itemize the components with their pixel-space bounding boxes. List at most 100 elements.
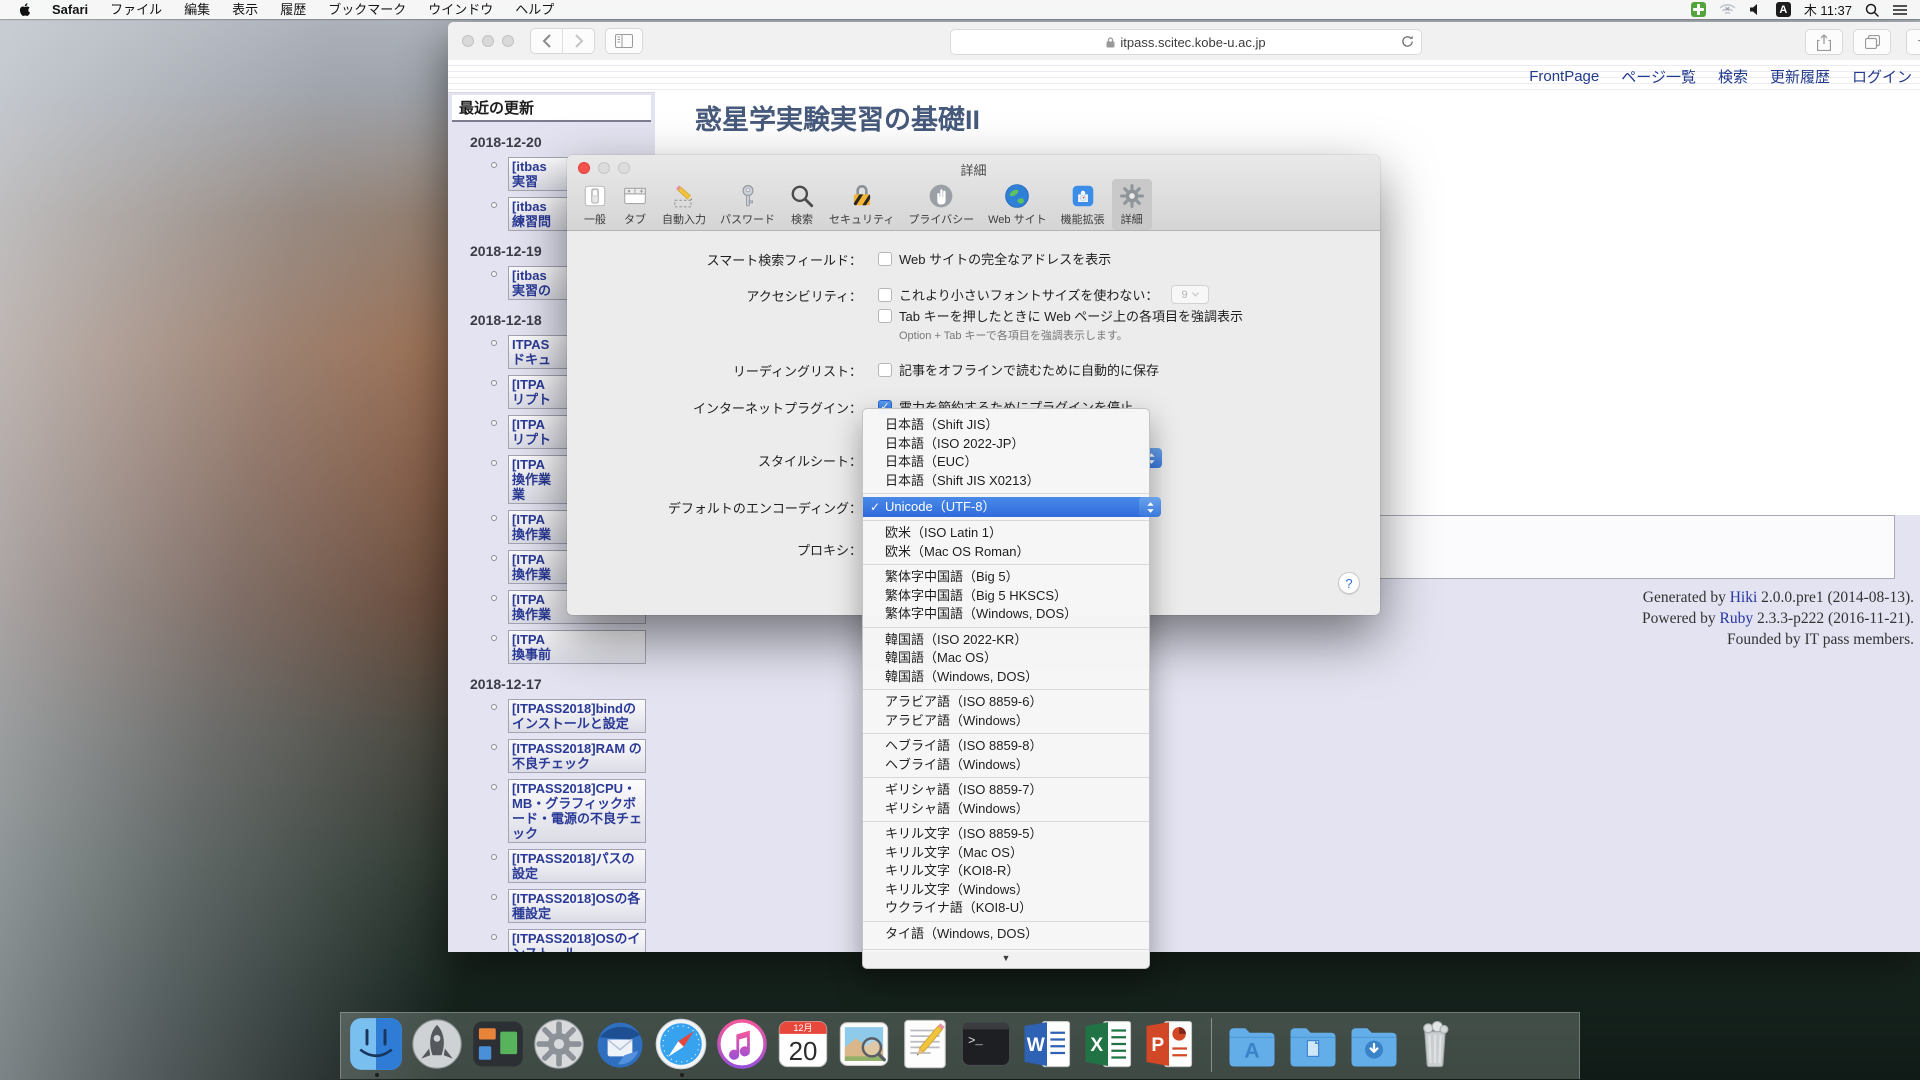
applications-folder-dock-icon[interactable]: A (1225, 1017, 1281, 1077)
encoding-option[interactable]: 韓国語（ISO 2022-KR） (863, 631, 1149, 650)
downloads-folder-dock-icon[interactable] (1347, 1017, 1403, 1077)
sidebar-toggle-button[interactable] (605, 28, 643, 54)
encoding-option[interactable]: ギリシャ語（Windows） (863, 800, 1149, 819)
menubar-menu-2[interactable]: 編集 (173, 0, 221, 19)
minimize-button[interactable] (482, 35, 494, 47)
input-source-icon[interactable]: A (1776, 2, 1791, 17)
forward-button[interactable] (562, 29, 594, 53)
mission-control-dock-icon[interactable] (471, 1017, 527, 1077)
encoding-option[interactable]: キリル文字（Mac OS） (863, 844, 1149, 863)
prefs-tab-4[interactable]: 検索 (782, 179, 822, 230)
menubar-menu-0[interactable]: Safari (41, 0, 99, 19)
nav-link-4[interactable]: ログイン (1852, 66, 1912, 87)
ruby-link[interactable]: Ruby (1720, 610, 1754, 627)
menu-scroll-down-indicator[interactable]: ▼ (863, 949, 1149, 964)
menubar-menu-4[interactable]: 履歴 (269, 0, 317, 19)
preview-dock-icon[interactable] (837, 1017, 893, 1077)
thunderbird-dock-icon[interactable] (593, 1017, 649, 1077)
excel-dock-icon[interactable]: X (1081, 1017, 1137, 1077)
nav-link-1[interactable]: ページ一覧 (1621, 66, 1696, 87)
menubar-menu-5[interactable]: ブックマーク (317, 0, 417, 19)
encoding-option[interactable]: キリル文字（ISO 8859-5） (863, 825, 1149, 844)
encoding-option[interactable]: 日本語（Shift JIS X0213） (863, 472, 1149, 491)
encoding-option[interactable]: タイ語（Windows, DOS） (863, 925, 1149, 944)
green-app-status-icon[interactable] (1691, 2, 1706, 17)
menubar-menu-6[interactable]: ウインドウ (417, 0, 504, 19)
itunes-dock-icon[interactable] (715, 1017, 771, 1077)
show-full-address-checkbox[interactable] (878, 252, 892, 266)
encoding-option[interactable]: ✓Unicode（UTF-8） (863, 497, 1149, 517)
apple-menu[interactable] (8, 2, 41, 17)
encoding-option[interactable]: キリル文字（Windows） (863, 881, 1149, 900)
prefs-tab-9[interactable]: 詳細 (1112, 179, 1152, 230)
encoding-option[interactable]: 日本語（Shift JIS） (863, 416, 1149, 435)
calendar-dock-icon[interactable]: 12月20 (776, 1017, 832, 1077)
encoding-option[interactable]: ギリシャ語（ISO 8859-7） (863, 781, 1149, 800)
sidebar-page-link[interactable]: [ITPASS2018]bindのインストールと設定 (508, 699, 646, 733)
new-tab-button[interactable]: + (1906, 29, 1920, 55)
encoding-option[interactable]: 日本語（EUC） (863, 453, 1149, 472)
encoding-option[interactable]: 繁体字中国語（Windows, DOS） (863, 605, 1149, 624)
encoding-option[interactable]: 韓国語（Windows, DOS） (863, 668, 1149, 687)
launchpad-dock-icon[interactable] (410, 1017, 466, 1077)
textedit-dock-icon[interactable] (898, 1017, 954, 1077)
nav-link-2[interactable]: 検索 (1718, 66, 1748, 87)
help-button[interactable]: ? (1338, 572, 1360, 594)
encoding-option[interactable]: ヘブライ語（Windows） (863, 756, 1149, 775)
encoding-option[interactable]: キリル文字（KOI8-R） (863, 862, 1149, 881)
encoding-option[interactable]: アラビア語（ISO 8859-6） (863, 693, 1149, 712)
encoding-option[interactable]: 欧米（Mac OS Roman） (863, 543, 1149, 562)
prefs-tab-8[interactable]: 機能拡張 (1054, 179, 1112, 230)
tab-overview-button[interactable] (1853, 29, 1891, 55)
nav-link-3[interactable]: 更新履歴 (1770, 66, 1830, 87)
prefs-tab-3[interactable]: パスワード (713, 179, 782, 230)
tab-highlight-checkbox[interactable] (878, 309, 892, 323)
offline-save-checkbox[interactable] (878, 363, 892, 377)
back-button[interactable] (531, 29, 562, 53)
menubar-menu-3[interactable]: 表示 (221, 0, 269, 19)
notification-center-icon[interactable] (1892, 4, 1908, 16)
share-button[interactable] (1805, 29, 1843, 55)
sidebar-page-link[interactable]: [ITPASS2018]OSのインストール (508, 929, 646, 952)
powerpoint-dock-icon[interactable]: P (1142, 1017, 1198, 1077)
system-preferences-dock-icon[interactable] (532, 1017, 588, 1077)
encoding-option[interactable]: 欧米（ISO Latin 1） (863, 524, 1149, 543)
spotlight-icon[interactable] (1865, 3, 1879, 17)
documents-folder-dock-icon[interactable] (1286, 1017, 1342, 1077)
prefs-tab-7[interactable]: Web サイト (981, 179, 1053, 230)
prefs-tab-0[interactable]: 一般 (575, 179, 615, 230)
sidebar-page-link[interactable]: [ITPASS2018]OSの各種設定 (508, 889, 646, 923)
terminal-dock-icon[interactable]: >_ (959, 1017, 1015, 1077)
prefs-tab-2[interactable]: 自動入力 (655, 179, 713, 230)
sidebar-page-link[interactable]: [ITPASS2018]パスの設定 (508, 849, 646, 883)
menubar-menu-1[interactable]: ファイル (99, 0, 173, 19)
wifi-icon[interactable] (1719, 3, 1736, 16)
encoding-option[interactable]: 繁体字中国語（Big 5 HKSCS） (863, 587, 1149, 606)
encoding-option[interactable]: ヘブライ語（ISO 8859-8） (863, 737, 1149, 756)
finder-dock-icon[interactable] (349, 1017, 405, 1077)
encoding-option[interactable]: 繁体字中国語（Big 5） (863, 568, 1149, 587)
sidebar-page-link[interactable]: [ITPA 換事前 (508, 630, 646, 664)
safari-dock-icon[interactable] (654, 1017, 710, 1077)
encoding-option[interactable]: アラビア語（Windows） (863, 712, 1149, 731)
encoding-option[interactable]: ウクライナ語（KOI8-U） (863, 899, 1149, 918)
word-dock-icon[interactable]: W (1020, 1017, 1076, 1077)
min-font-size-select[interactable]: 9 (1171, 285, 1209, 304)
prefs-tab-6[interactable]: プライバシー (901, 179, 981, 230)
close-button[interactable] (462, 35, 474, 47)
trash-dock-icon[interactable] (1408, 1017, 1464, 1077)
address-bar[interactable]: itpass.scitec.kobe-u.ac.jp (950, 29, 1422, 55)
min-font-size-checkbox[interactable] (878, 288, 892, 302)
encoding-option[interactable]: 日本語（ISO 2022-JP） (863, 435, 1149, 454)
menubar-menu-7[interactable]: ヘルプ (504, 0, 565, 19)
prefs-tab-5[interactable]: セキュリティ (822, 179, 901, 230)
zoom-button[interactable] (502, 35, 514, 47)
prefs-tab-1[interactable]: タブ (615, 179, 655, 230)
sidebar-page-link[interactable]: [ITPASS2018]RAM の不良チェック (508, 739, 646, 773)
nav-link-0[interactable]: FrontPage (1529, 68, 1599, 85)
hiki-link[interactable]: Hiki (1730, 589, 1758, 606)
reload-button[interactable] (1401, 35, 1414, 51)
volume-icon[interactable] (1749, 3, 1763, 16)
menu-bar-clock[interactable]: 木 11:37 (1804, 0, 1852, 19)
encoding-option[interactable]: 韓国語（Mac OS） (863, 649, 1149, 668)
